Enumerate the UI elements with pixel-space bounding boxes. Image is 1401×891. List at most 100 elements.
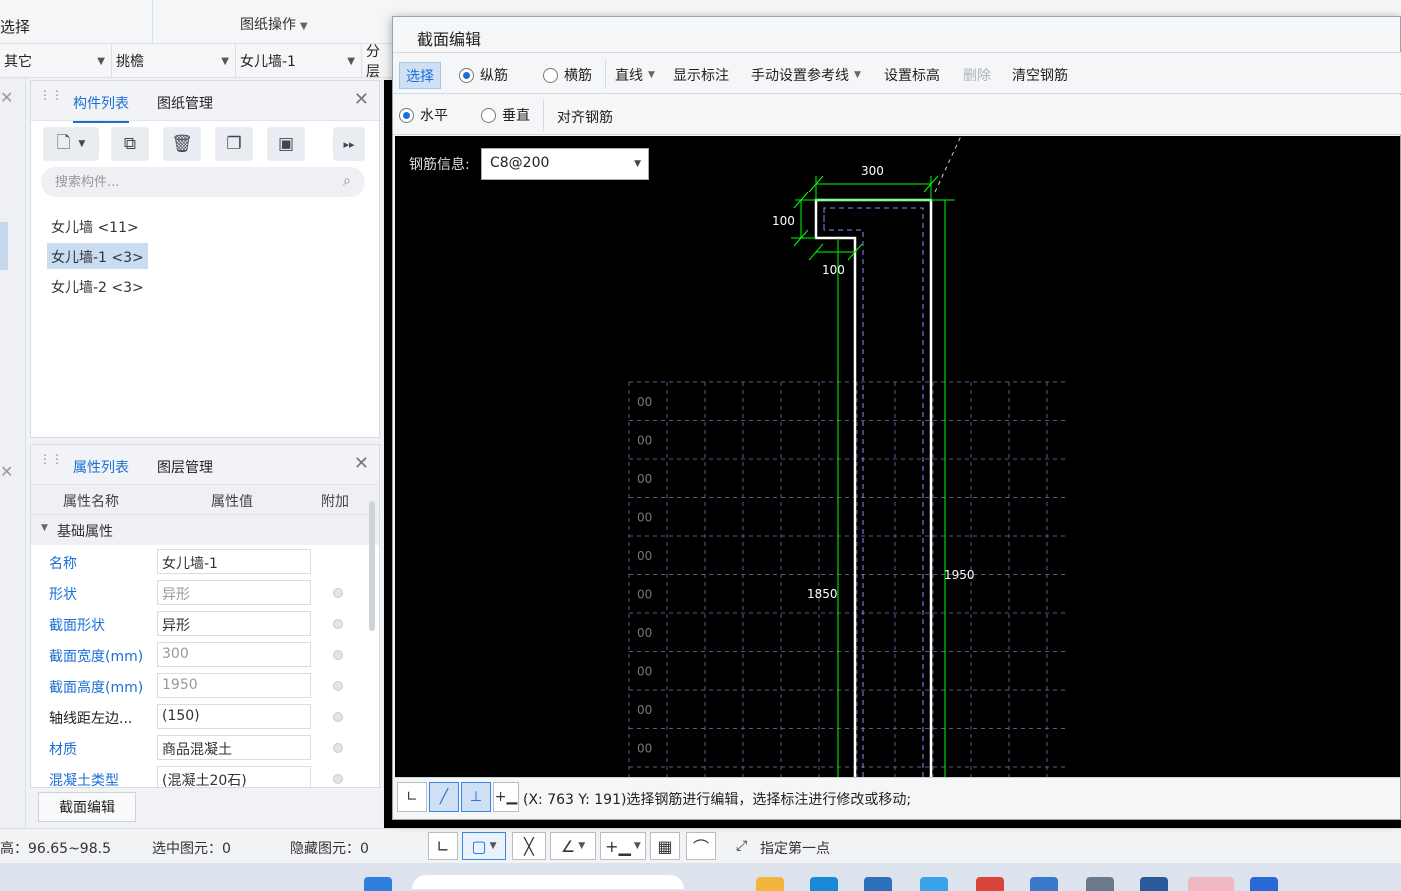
- snap-cross-button[interactable]: ╳: [512, 832, 546, 860]
- search-icon[interactable]: ⌕: [343, 173, 351, 189]
- app-icon[interactable]: [920, 877, 948, 891]
- app-icon[interactable]: [864, 877, 892, 891]
- layer-value: 分层: [366, 44, 380, 80]
- list-item[interactable]: 女儿墙 <11>: [47, 213, 143, 239]
- chevron-down-icon: ▼: [489, 841, 497, 851]
- prop-value-field[interactable]: 女儿墙-1: [157, 549, 311, 574]
- section-outline: [814, 198, 933, 777]
- scrollbar[interactable]: [369, 501, 375, 631]
- copy-button[interactable]: ⧉: [111, 127, 149, 161]
- snap-ortho-button[interactable]: ∟: [428, 832, 458, 860]
- prop-value-field[interactable]: (150): [157, 704, 311, 729]
- drag-handle-icon[interactable]: ⋮⋮: [39, 89, 63, 107]
- close-icon[interactable]: ✕: [354, 89, 369, 110]
- dim-bottom-text: 100: [822, 263, 845, 277]
- longitudinal-radio[interactable]: 纵筋: [459, 65, 508, 85]
- set-elevation-button[interactable]: 设置标高: [884, 65, 940, 85]
- save-template-button[interactable]: ▣: [267, 127, 305, 161]
- attach-checkbox[interactable]: [333, 650, 343, 660]
- tab-property-list[interactable]: 属性列表: [73, 457, 129, 487]
- drawing-operations-menu[interactable]: 图纸操作 ▼: [240, 14, 308, 34]
- more-button[interactable]: ▸▸: [333, 127, 365, 161]
- close-icon[interactable]: ✕: [0, 88, 13, 107]
- reference-dashed-line: [934, 136, 962, 193]
- prop-name: 截面高度(mm): [49, 680, 144, 696]
- prop-value-field[interactable]: (混凝土20石): [157, 766, 311, 787]
- snap-object-button[interactable]: ▢ ▼: [462, 832, 506, 860]
- taskbar: [0, 863, 1401, 891]
- line-mode-dropdown[interactable]: 直线 ▼: [615, 65, 655, 85]
- snap-angle-button[interactable]: ∠ ▼: [550, 832, 596, 860]
- category-select[interactable]: 其它 ▼: [0, 44, 112, 78]
- line-draw-button[interactable]: ╱: [429, 782, 459, 812]
- close-icon[interactable]: ✕: [354, 453, 369, 474]
- attach-checkbox[interactable]: [333, 619, 343, 629]
- new-component-button[interactable]: 🗋 ▼: [43, 127, 99, 161]
- align-rebar-button[interactable]: 对齐钢筋: [557, 107, 613, 127]
- layer-select[interactable]: 分层: [362, 44, 392, 80]
- prop-value-field[interactable]: 异形: [157, 580, 311, 605]
- show-dimensions-button[interactable]: 显示标注: [673, 65, 729, 85]
- component-list-panel: ⋮⋮ 构件列表 图纸管理 ✕ 🗋▼ ⧉ 🗑 ❐ ▣ ▸▸ ⌕ 女儿墙 <11> …: [30, 80, 380, 438]
- drag-handle-icon[interactable]: ⋮⋮: [39, 453, 63, 471]
- section-edit-button[interactable]: 截面编辑: [38, 792, 136, 822]
- app-icon[interactable]: [1188, 877, 1234, 891]
- table-row: 截面高度(mm) 1950: [31, 670, 379, 701]
- type-select[interactable]: 挑檐 ▼: [112, 44, 236, 78]
- table-row: 材质 商品混凝土: [31, 732, 379, 763]
- perpendicular-button[interactable]: ⊥: [461, 782, 491, 812]
- tab-component-list[interactable]: 构件列表: [73, 93, 129, 123]
- browser-icon[interactable]: [810, 877, 838, 891]
- cross-icon: ╳: [524, 836, 534, 856]
- attach-checkbox[interactable]: [333, 588, 343, 598]
- vertical-radio[interactable]: 垂直: [481, 105, 530, 125]
- tab-drawing-management[interactable]: 图纸管理: [157, 93, 213, 113]
- search-input[interactable]: [41, 167, 321, 197]
- component-panel-header: ⋮⋮ 构件列表 图纸管理 ✕: [31, 81, 379, 123]
- prop-value-field[interactable]: 300: [157, 642, 311, 667]
- attach-checkbox[interactable]: [333, 681, 343, 691]
- group-basic-properties[interactable]: ▼ 基础属性: [31, 515, 379, 545]
- section-drawing-canvas[interactable]: 钢筋信息: C8@200 ▼ 00 00 00 00 00 00 00 00 00 00: [395, 136, 1400, 777]
- app-icon[interactable]: [1250, 877, 1278, 891]
- ortho-button[interactable]: ∟: [397, 782, 427, 812]
- manual-reference-dropdown[interactable]: 手动设置参考线 ▼: [751, 65, 861, 85]
- snap-curve-button[interactable]: ⌒: [686, 832, 716, 860]
- folder-icon[interactable]: [756, 877, 784, 891]
- section-drawing: 00000000000000000000 300 100 100 1850 19…: [628, 136, 1067, 777]
- delete-button[interactable]: 删除: [963, 65, 991, 85]
- prop-value-field[interactable]: 异形: [157, 611, 311, 636]
- close-icon[interactable]: ✕: [0, 462, 13, 481]
- grid-row-label: 00: [637, 434, 652, 448]
- attach-checkbox[interactable]: [333, 743, 343, 753]
- tab-layer-management[interactable]: 图层管理: [157, 457, 213, 477]
- app-icon[interactable]: [1030, 877, 1058, 891]
- elevation-readout: 高：96.65~98.5: [0, 841, 111, 857]
- prop-value-field[interactable]: 商品混凝土: [157, 735, 311, 760]
- attach-checkbox[interactable]: [333, 712, 343, 722]
- list-item[interactable]: 女儿墙-2 <3>: [47, 273, 148, 299]
- taskbar-search[interactable]: [412, 875, 684, 889]
- horizontal-radio[interactable]: 水平: [399, 105, 448, 125]
- delete-button[interactable]: 🗑: [163, 127, 201, 161]
- table-row: 名称 女儿墙-1: [31, 546, 379, 577]
- transverse-radio[interactable]: 横筋: [543, 65, 592, 85]
- snap-offset-button[interactable]: +▁ ▼: [600, 832, 646, 860]
- snap-grid-button[interactable]: ▦: [650, 832, 680, 860]
- layer-copy-button[interactable]: ❐: [215, 127, 253, 161]
- grid-row-label: 00: [637, 395, 652, 409]
- prop-value-field[interactable]: 1950: [157, 673, 311, 698]
- attach-checkbox[interactable]: [333, 774, 343, 784]
- select-tool-button[interactable]: 选择: [399, 62, 441, 89]
- app-icon[interactable]: [976, 877, 1004, 891]
- element-select[interactable]: 女儿墙-1 ▼: [236, 44, 362, 78]
- select-group-label[interactable]: 选择: [0, 16, 30, 37]
- start-icon[interactable]: [364, 877, 392, 891]
- clear-rebar-button[interactable]: 清空钢筋: [1012, 65, 1068, 85]
- app-icon[interactable]: [1140, 877, 1168, 891]
- radio-selected-icon: [399, 107, 414, 123]
- list-item-selected[interactable]: 女儿墙-1 <3>: [47, 243, 148, 269]
- radio-icon: [543, 67, 558, 83]
- app-icon[interactable]: [1086, 877, 1114, 891]
- offset-button[interactable]: +▁: [493, 782, 519, 812]
